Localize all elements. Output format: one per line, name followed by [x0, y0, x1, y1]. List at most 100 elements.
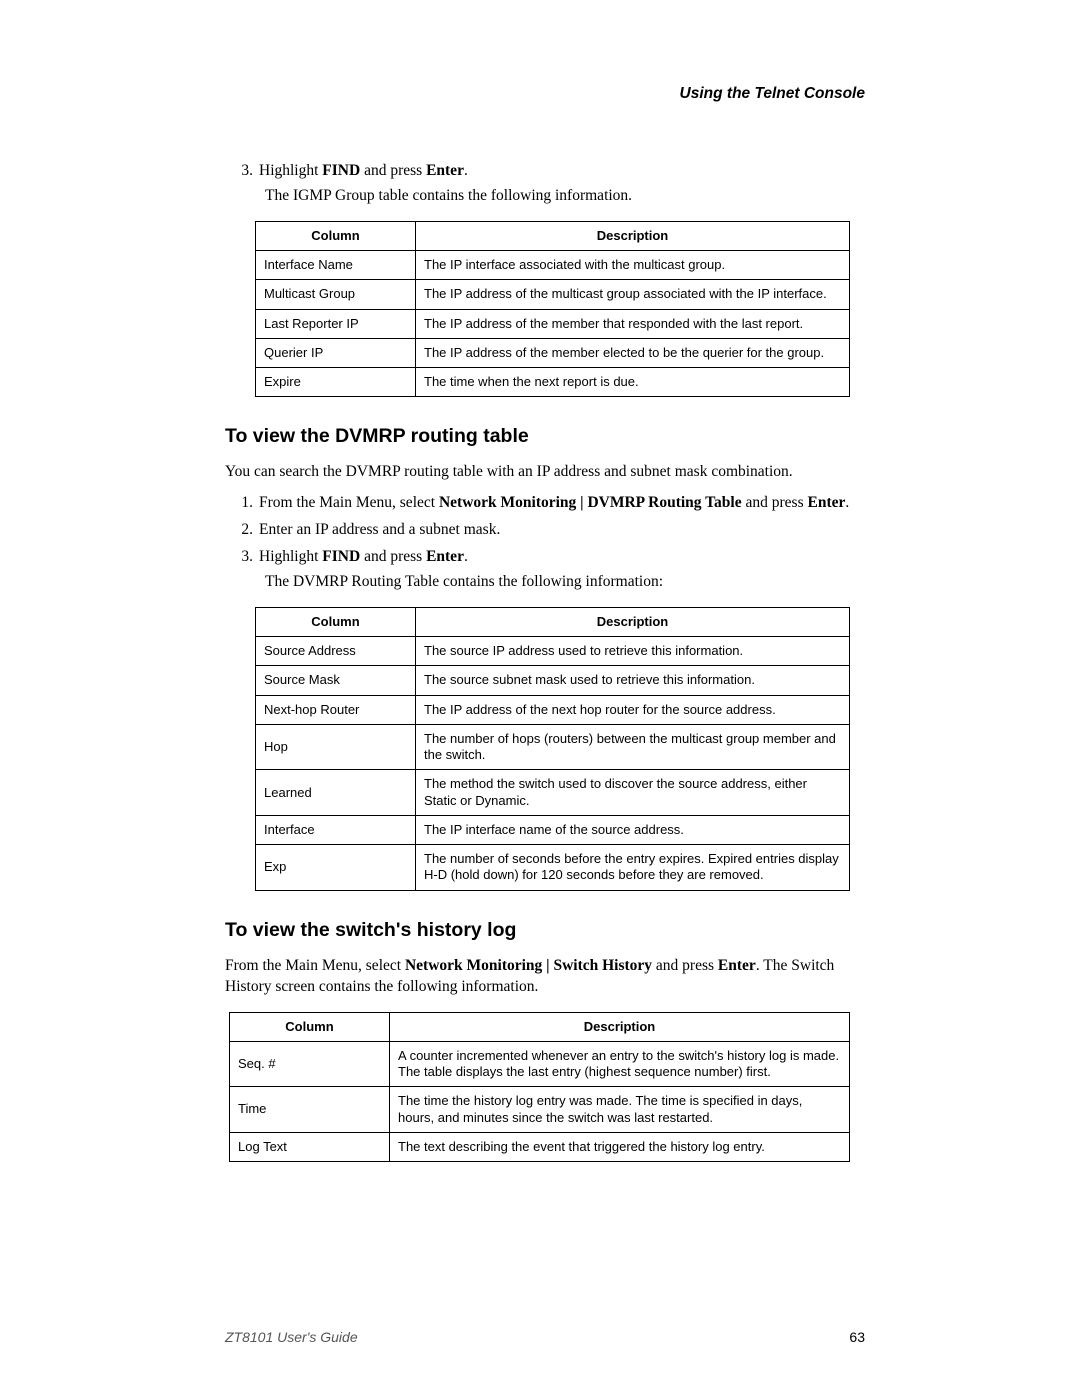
step-item: 3. Highlight FIND and press Enter. — [239, 161, 865, 182]
table-cell-column: Interface — [256, 815, 416, 844]
bold-text: FIND — [322, 162, 360, 179]
table-cell-column: Log Text — [230, 1132, 390, 1161]
text: From the Main Menu, select — [259, 494, 439, 511]
table-header-row: Column Description — [230, 1012, 850, 1041]
table-cell-description: The number of hops (routers) between the… — [416, 724, 850, 770]
page-footer: ZT8101 User's Guide 63 — [225, 1329, 865, 1345]
table-cell-description: The text describing the event that trigg… — [390, 1132, 850, 1161]
table-cell-column: Source Address — [256, 637, 416, 666]
bold-text: Enter — [426, 162, 464, 179]
step-item: 1. From the Main Menu, select Network Mo… — [239, 493, 865, 514]
text: and press — [360, 548, 426, 565]
table-cell-description: The IP interface associated with the mul… — [416, 251, 850, 280]
table-cell-column: Expire — [256, 368, 416, 397]
table-cell-description: The IP interface name of the source addr… — [416, 815, 850, 844]
table-header: Column — [256, 221, 416, 250]
step-number: 3. — [239, 161, 259, 182]
table-cell-column: Interface Name — [256, 251, 416, 280]
table-row: Source MaskThe source subnet mask used t… — [256, 666, 850, 695]
section-heading: To view the DVMRP routing table — [225, 425, 865, 448]
text: . — [464, 162, 468, 179]
step-body: From the Main Menu, select Network Monit… — [259, 493, 865, 514]
section-heading: To view the switch's history log — [225, 919, 865, 942]
table-row: ExpThe number of seconds before the entr… — [256, 845, 850, 891]
section2-steps: 1. From the Main Menu, select Network Mo… — [239, 493, 865, 568]
table-cell-column: Source Mask — [256, 666, 416, 695]
table-row: TimeThe time the history log entry was m… — [230, 1087, 850, 1133]
text: From the Main Menu, select — [225, 957, 405, 974]
table-cell-column: Time — [230, 1087, 390, 1133]
text: Highlight — [259, 162, 322, 179]
table-row: Next-hop RouterThe IP address of the nex… — [256, 695, 850, 724]
step-body: Highlight FIND and press Enter. — [259, 161, 865, 182]
igmp-group-table: Column Description Interface NameThe IP … — [255, 221, 850, 398]
table-cell-description: The time the history log entry was made.… — [390, 1087, 850, 1133]
table-row: InterfaceThe IP interface name of the so… — [256, 815, 850, 844]
dvmrp-routing-table: Column Description Source AddressThe sou… — [255, 607, 850, 891]
page-content: Using the Telnet Console 3. Highlight FI… — [0, 0, 1080, 1162]
table-row: Log TextThe text describing the event th… — [230, 1132, 850, 1161]
paragraph: You can search the DVMRP routing table w… — [225, 462, 865, 483]
table-row: Seq. #A counter incremented whenever an … — [230, 1041, 850, 1087]
text: . — [464, 548, 468, 565]
table-cell-column: Next-hop Router — [256, 695, 416, 724]
bold-text: FIND — [322, 548, 360, 565]
bold-text: Enter — [718, 957, 756, 974]
table-header: Description — [416, 607, 850, 636]
step-followup: The IGMP Group table contains the follow… — [265, 186, 865, 207]
step-number: 3. — [239, 547, 259, 568]
step-number: 2. — [239, 520, 259, 541]
table-cell-column: Last Reporter IP — [256, 309, 416, 338]
step-item: 2. Enter an IP address and a subnet mask… — [239, 520, 865, 541]
table-cell-column: Exp — [256, 845, 416, 891]
paragraph: From the Main Menu, select Network Monit… — [225, 956, 865, 998]
text: Highlight — [259, 548, 322, 565]
table-cell-description: The time when the next report is due. — [416, 368, 850, 397]
step-item: 3. Highlight FIND and press Enter. — [239, 547, 865, 568]
table-cell-description: The IP address of the member that respon… — [416, 309, 850, 338]
table-cell-column: Querier IP — [256, 338, 416, 367]
table-row: Interface NameThe IP interface associate… — [256, 251, 850, 280]
footer-guide-name: ZT8101 User's Guide — [225, 1329, 358, 1345]
history-log-table: Column Description Seq. #A counter incre… — [229, 1012, 850, 1163]
table-cell-description: The number of seconds before the entry e… — [416, 845, 850, 891]
table-header-row: Column Description — [256, 221, 850, 250]
table-header-row: Column Description — [256, 607, 850, 636]
section1-steps: 3. Highlight FIND and press Enter. — [239, 161, 865, 182]
table-cell-column: Hop — [256, 724, 416, 770]
table-header: Column — [230, 1012, 390, 1041]
bold-text: Enter — [426, 548, 464, 565]
step-body: Highlight FIND and press Enter. — [259, 547, 865, 568]
table-cell-column: Multicast Group — [256, 280, 416, 309]
text: . — [845, 494, 849, 511]
table-cell-column: Learned — [256, 770, 416, 816]
table-row: ExpireThe time when the next report is d… — [256, 368, 850, 397]
bold-text: Network Monitoring | Switch History — [405, 957, 652, 974]
table-row: Last Reporter IPThe IP address of the me… — [256, 309, 850, 338]
table-cell-description: The IP address of the member elected to … — [416, 338, 850, 367]
table-row: HopThe number of hops (routers) between … — [256, 724, 850, 770]
table-cell-description: The IP address of the multicast group as… — [416, 280, 850, 309]
table-row: LearnedThe method the switch used to dis… — [256, 770, 850, 816]
table-header: Description — [390, 1012, 850, 1041]
text: and press — [742, 494, 808, 511]
step-number: 1. — [239, 493, 259, 514]
page-header: Using the Telnet Console — [225, 85, 865, 103]
text: and press — [360, 162, 426, 179]
table-cell-description: The IP address of the next hop router fo… — [416, 695, 850, 724]
step-followup: The DVMRP Routing Table contains the fol… — [265, 572, 865, 593]
step-body: Enter an IP address and a subnet mask. — [259, 520, 865, 541]
table-cell-description: A counter incremented whenever an entry … — [390, 1041, 850, 1087]
bold-text: Enter — [808, 494, 846, 511]
text: and press — [652, 957, 718, 974]
table-cell-description: The source IP address used to retrieve t… — [416, 637, 850, 666]
table-header: Column — [256, 607, 416, 636]
table-cell-description: The method the switch used to discover t… — [416, 770, 850, 816]
table-cell-description: The source subnet mask used to retrieve … — [416, 666, 850, 695]
table-header: Description — [416, 221, 850, 250]
footer-page-number: 63 — [849, 1329, 865, 1345]
table-row: Querier IPThe IP address of the member e… — [256, 338, 850, 367]
bold-text: Network Monitoring | DVMRP Routing Table — [439, 494, 742, 511]
table-row: Multicast GroupThe IP address of the mul… — [256, 280, 850, 309]
table-cell-column: Seq. # — [230, 1041, 390, 1087]
